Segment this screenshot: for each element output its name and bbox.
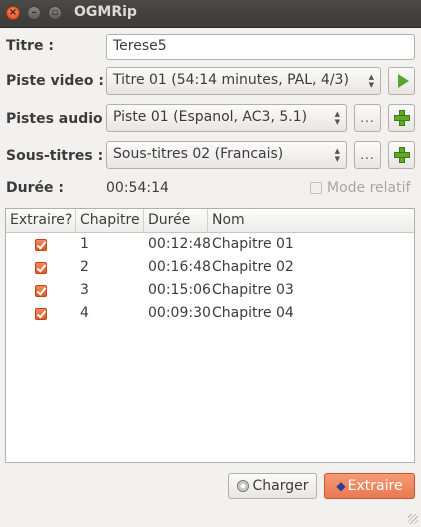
header-duree[interactable]: Durée bbox=[144, 209, 208, 232]
piste-video-value: Titre 01 (54:14 minutes, PAL, 4/3) bbox=[113, 72, 349, 88]
table-row[interactable]: 2 00:16:48 Chapitre 02 bbox=[6, 256, 414, 279]
extraire-button[interactable]: ◆ Extraire bbox=[324, 473, 415, 499]
extract-icon: ◆ bbox=[336, 479, 346, 493]
sous-titres-value: Sous-titres 02 (Francais) bbox=[113, 146, 284, 162]
resize-grip-icon[interactable] bbox=[408, 514, 418, 524]
chapter-number: 2 bbox=[80, 259, 89, 275]
audio-more-button[interactable]: ... bbox=[354, 104, 381, 132]
table-row[interactable]: 3 00:15:06 Chapitre 03 bbox=[6, 279, 414, 302]
play-button[interactable] bbox=[388, 67, 415, 95]
subs-more-button[interactable]: ... bbox=[354, 141, 381, 169]
pistes-audio-combo[interactable]: Piste 01 (Espanol, AC3, 5.1) ▲ ▼ bbox=[106, 104, 347, 132]
subs-more-label: ... bbox=[360, 148, 375, 162]
play-icon bbox=[397, 74, 409, 88]
chapter-name: Chapitre 02 bbox=[212, 259, 294, 275]
close-window-button[interactable]: × bbox=[6, 6, 20, 20]
piste-video-label: Piste video : bbox=[6, 73, 104, 89]
pistes-audio-label: Pistes audio : bbox=[6, 111, 114, 127]
extract-checkbox[interactable] bbox=[6, 233, 76, 256]
extract-checkbox[interactable] bbox=[6, 302, 76, 325]
mode-relatif-checkbox[interactable]: Mode relatif bbox=[310, 180, 410, 196]
table-row[interactable]: 1 00:12:48 Chapitre 01 bbox=[6, 233, 414, 256]
title-bar: × – ▫ OGMRip bbox=[0, 0, 421, 28]
chapter-name: Chapitre 03 bbox=[212, 282, 294, 298]
charger-label: Charger bbox=[252, 478, 309, 494]
checkbox-icon bbox=[310, 182, 322, 194]
chapter-number: 3 bbox=[80, 282, 89, 298]
plus-icon bbox=[393, 147, 410, 163]
header-nom[interactable]: Nom bbox=[208, 209, 414, 232]
chapter-duration: 00:09:30 bbox=[148, 305, 211, 321]
chapters-table[interactable]: Extraire? Chapitre Durée Nom 1 00:12:48 … bbox=[5, 208, 415, 463]
table-row[interactable]: 4 00:09:30 Chapitre 04 bbox=[6, 302, 414, 325]
add-audio-button[interactable] bbox=[388, 104, 415, 132]
header-extraire[interactable]: Extraire? bbox=[6, 209, 76, 232]
titre-input[interactable]: Terese5 bbox=[106, 34, 415, 60]
duree-value: 00:54:14 bbox=[106, 180, 169, 196]
checkbox-checked-icon bbox=[35, 284, 47, 297]
chapter-name: Chapitre 01 bbox=[212, 236, 294, 252]
window-title: OGMRip bbox=[74, 4, 137, 20]
add-subtitle-button[interactable] bbox=[388, 141, 415, 169]
combo-arrows-icon: ▲ ▼ bbox=[334, 110, 340, 126]
sous-titres-combo[interactable]: Sous-titres 02 (Francais) ▲ ▼ bbox=[106, 141, 347, 169]
chapter-number: 4 bbox=[80, 305, 89, 321]
duree-label: Durée : bbox=[6, 180, 64, 196]
checkbox-checked-icon bbox=[35, 307, 47, 320]
audio-more-label: ... bbox=[360, 111, 375, 125]
chapter-duration: 00:12:48 bbox=[148, 236, 211, 252]
checkbox-checked-icon bbox=[35, 238, 47, 251]
plus-icon bbox=[393, 110, 410, 126]
combo-arrows-icon: ▲ ▼ bbox=[368, 73, 374, 89]
checkbox-checked-icon bbox=[35, 261, 47, 274]
close-icon: × bbox=[8, 7, 18, 18]
header-chapitre[interactable]: Chapitre bbox=[76, 209, 144, 232]
extraire-label: Extraire bbox=[347, 478, 403, 494]
combo-arrows-icon: ▲ ▼ bbox=[334, 147, 340, 163]
maximize-window-button[interactable]: ▫ bbox=[48, 6, 62, 20]
charger-button[interactable]: Charger bbox=[228, 473, 317, 499]
pistes-audio-value: Piste 01 (Espanol, AC3, 5.1) bbox=[113, 109, 308, 125]
minimize-window-button[interactable]: – bbox=[27, 6, 41, 20]
chapter-duration: 00:15:06 bbox=[148, 282, 211, 298]
sous-titres-label: Sous-titres : bbox=[6, 148, 104, 164]
disc-icon bbox=[236, 480, 249, 492]
titre-label: Titre : bbox=[6, 38, 54, 54]
maximize-icon: ▫ bbox=[51, 7, 59, 18]
minimize-icon: – bbox=[31, 7, 37, 18]
extract-checkbox[interactable] bbox=[6, 279, 76, 302]
chapter-number: 1 bbox=[80, 236, 89, 252]
chapter-duration: 00:16:48 bbox=[148, 259, 211, 275]
chapter-name: Chapitre 04 bbox=[212, 305, 294, 321]
table-header: Extraire? Chapitre Durée Nom bbox=[6, 209, 414, 233]
titre-input-value: Terese5 bbox=[113, 38, 167, 54]
piste-video-combo[interactable]: Titre 01 (54:14 minutes, PAL, 4/3) ▲ ▼ bbox=[106, 67, 381, 95]
extract-checkbox[interactable] bbox=[6, 256, 76, 279]
mode-relatif-label: Mode relatif bbox=[327, 180, 411, 196]
